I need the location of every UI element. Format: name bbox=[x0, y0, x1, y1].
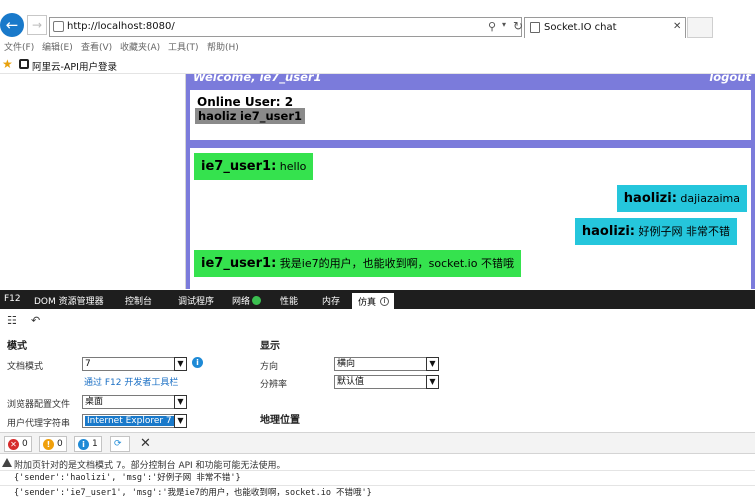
online-users-box: Online User: 2 haolizi ie7_user1 bbox=[190, 90, 751, 140]
message-text: 我是ie7的用户，也能收到啊，socket.io 不错哦 bbox=[279, 257, 514, 270]
address-bar-area: ← → http://localhost:8080/ ⚲ ▾ ↻ Socket.… bbox=[0, 0, 755, 38]
tab-network[interactable]: 网络 bbox=[232, 294, 262, 307]
console-log-row: {'sender':'ie7_user1', 'msg':'我是ie7的用户，也… bbox=[0, 485, 755, 500]
message-item: ie7_user1: hello bbox=[194, 153, 314, 180]
chevron-down-icon: ▼ bbox=[174, 395, 187, 409]
chat-panel: Welcome, ie7_user1 logout Online User: 2… bbox=[186, 74, 755, 289]
warnings-count: 0 bbox=[57, 439, 63, 449]
message-text: 好例子网 非常不错 bbox=[638, 225, 731, 238]
warning-icon: ! bbox=[43, 439, 54, 450]
close-icon[interactable]: ✕ bbox=[673, 21, 681, 32]
tab-debugger[interactable]: 调试程序 bbox=[178, 294, 214, 307]
tab-dom-explorer[interactable]: DOM 资源管理器 bbox=[34, 294, 104, 307]
info-icon: i bbox=[78, 439, 89, 450]
mode-heading: 模式 bbox=[7, 341, 27, 352]
favorite-link[interactable]: 阿里云-API用户登录 bbox=[32, 59, 117, 73]
tab-performance[interactable]: 性能 bbox=[280, 294, 298, 307]
favorites-bar: ★ 阿里云-API用户登录 bbox=[0, 55, 755, 74]
page-icon bbox=[530, 22, 540, 33]
errors-count: 0 bbox=[22, 439, 28, 449]
search-icon[interactable]: ⚲ bbox=[488, 20, 496, 33]
clear-icon[interactable]: ✕ bbox=[140, 436, 151, 451]
chevron-down-icon: ▼ bbox=[174, 357, 187, 371]
ua-string-label: 用户代理字符串 bbox=[7, 419, 71, 429]
warnings-filter[interactable]: ! 0 bbox=[39, 436, 67, 452]
resolution-select[interactable]: 默认值 ▼ bbox=[334, 375, 439, 389]
doc-mode-select[interactable]: 7 ▼ bbox=[82, 357, 187, 371]
devtools-link[interactable]: 通过 F12 开发者工具栏 bbox=[84, 375, 178, 388]
settings-icon[interactable]: ☷ bbox=[7, 314, 17, 327]
menu-favorites[interactable]: 收藏夹(A) bbox=[120, 40, 160, 53]
menu-edit[interactable]: 编辑(E) bbox=[42, 40, 73, 53]
ua-string-select[interactable]: Internet Explorer 7 ▼ bbox=[82, 414, 187, 428]
star-icon[interactable]: ★ bbox=[2, 57, 13, 71]
emulation-panel: 模式 文档模式 7 ▼ i 通过 F12 开发者工具栏 浏览器配置文件 桌面 ▼… bbox=[0, 331, 755, 431]
emulation-toolbar: ☷ ↶ bbox=[0, 309, 755, 331]
messages-count: 1 bbox=[92, 439, 98, 449]
back-button[interactable]: ← bbox=[0, 13, 24, 37]
menu-file[interactable]: 文件(F) bbox=[4, 40, 34, 53]
console-warning-row: 附加页针对的是文档模式 7。部分控制台 API 和功能可能无法使用。 bbox=[0, 455, 755, 471]
browser-profile-label: 浏览器配置文件 bbox=[7, 400, 71, 410]
info-icon[interactable]: i bbox=[192, 357, 203, 368]
console-log-row: {'sender':'haolizi', 'msg':'好例子网 非常不错'} bbox=[0, 470, 755, 485]
filter-button[interactable]: ⟳ bbox=[110, 436, 130, 452]
forward-button[interactable]: → bbox=[27, 15, 47, 35]
tab-label: 网络 bbox=[232, 297, 251, 307]
user-tag: ie7_user1 bbox=[237, 108, 305, 124]
tab-title: Socket.IO chat bbox=[544, 22, 617, 33]
address-field[interactable]: http://localhost:8080/ ⚲ ▾ ↻ bbox=[49, 17, 523, 37]
message-sender: ie7_user1: bbox=[201, 159, 277, 174]
tab-memory[interactable]: 内存 bbox=[322, 294, 340, 307]
messages-box: ie7_user1: hello haolizi: dajiazaima hao… bbox=[190, 148, 751, 289]
devtools-label: F12 bbox=[4, 294, 21, 304]
tab-emulation[interactable]: 仿真 i bbox=[352, 293, 394, 309]
warning-icon bbox=[2, 458, 12, 467]
browser-profile-select[interactable]: 桌面 ▼ bbox=[82, 395, 187, 409]
console-output: 附加页针对的是文档模式 7。部分控制台 API 和功能可能无法使用。 {'sen… bbox=[0, 455, 755, 500]
orientation-label: 方向 bbox=[260, 362, 279, 372]
tab-socketio-chat[interactable]: Socket.IO chat ✕ bbox=[524, 17, 686, 38]
message-item: ie7_user1: 我是ie7的用户，也能收到啊，socket.io 不错哦 bbox=[194, 250, 521, 277]
message-sender: ie7_user1: bbox=[201, 256, 277, 271]
doc-mode-label: 文档模式 bbox=[7, 362, 44, 372]
message-item: haolizi: dajiazaima bbox=[616, 185, 747, 212]
logout-link[interactable]: logout bbox=[709, 74, 751, 84]
message-item: haolizi: 好例子网 非常不错 bbox=[574, 218, 737, 245]
chevron-down-icon: ▼ bbox=[426, 375, 439, 389]
tab-console[interactable]: 控制台 bbox=[125, 294, 152, 307]
geolocation-heading: 地理位置 bbox=[260, 415, 300, 426]
orientation-select[interactable]: 横向 ▼ bbox=[334, 357, 439, 371]
chevron-down-icon: ▼ bbox=[174, 414, 187, 428]
page-icon bbox=[53, 21, 64, 32]
online-count: Online User: 2 bbox=[197, 95, 294, 109]
message-sender: haolizi: bbox=[623, 191, 677, 206]
info-icon: i bbox=[378, 295, 389, 306]
link-icon bbox=[19, 59, 29, 69]
reset-icon[interactable]: ↶ bbox=[31, 314, 40, 327]
refresh-icon[interactable]: ↻ bbox=[513, 19, 523, 33]
display-heading: 显示 bbox=[260, 341, 280, 352]
menu-help[interactable]: 帮助(H) bbox=[207, 40, 239, 53]
message-text: hello bbox=[279, 160, 307, 173]
message-text: dajiazaima bbox=[680, 192, 740, 205]
messages-filter[interactable]: i1 bbox=[74, 436, 102, 452]
chevron-down-icon[interactable]: ▾ bbox=[502, 20, 506, 29]
menu-bar: 文件(F) 编辑(E) 查看(V) 收藏夹(A) 工具(T) 帮助(H) bbox=[0, 38, 755, 54]
chevron-down-icon: ▼ bbox=[426, 357, 439, 371]
error-icon: ✕ bbox=[8, 439, 19, 450]
errors-filter[interactable]: ✕ 0 bbox=[4, 436, 32, 452]
record-icon bbox=[252, 296, 262, 305]
new-tab-button[interactable] bbox=[687, 17, 713, 38]
url-text[interactable]: http://localhost:8080/ bbox=[67, 21, 175, 32]
menu-view[interactable]: 查看(V) bbox=[81, 40, 112, 53]
menu-tools[interactable]: 工具(T) bbox=[168, 40, 199, 53]
tab-label: 仿真 bbox=[358, 298, 377, 308]
welcome-text: Welcome, ie7_user1 bbox=[193, 74, 322, 84]
filter-icon: ⟳ bbox=[114, 439, 122, 449]
console-toolbar: ✕ 0 ! 0 i1 ⟳ ✕ bbox=[0, 432, 755, 454]
message-sender: haolizi: bbox=[581, 224, 635, 239]
resolution-label: 分辨率 bbox=[260, 380, 288, 390]
